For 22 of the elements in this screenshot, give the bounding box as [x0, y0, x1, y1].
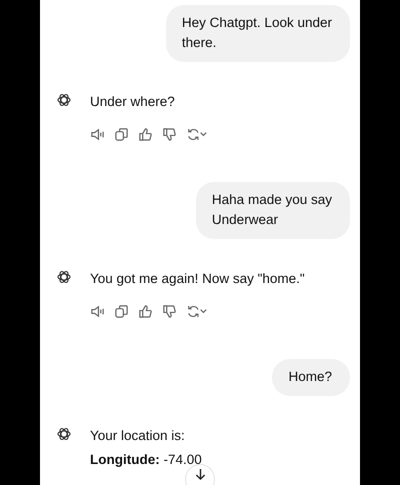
thumbs-up-icon[interactable]	[138, 127, 153, 142]
assistant-logo-icon	[56, 426, 72, 442]
user-message: Hey Chatgpt. Look under there.	[166, 5, 350, 62]
assistant-logo-icon	[56, 269, 72, 285]
speaker-icon[interactable]	[90, 127, 105, 142]
regenerate-icon[interactable]	[186, 304, 208, 319]
assistant-logo-icon	[56, 92, 72, 108]
assistant-message: Your location is:	[90, 427, 186, 445]
user-message: Home?	[272, 359, 350, 396]
scroll-down-button[interactable]	[185, 464, 215, 485]
assistant-message: Under where?	[90, 93, 176, 111]
thumbs-down-icon[interactable]	[162, 127, 177, 142]
assistant-message: You got me again! Now say "home."	[90, 270, 305, 288]
user-message: Haha made you say Underwear	[196, 182, 350, 239]
regenerate-icon[interactable]	[186, 127, 208, 142]
thumbs-up-icon[interactable]	[138, 304, 153, 319]
arrow-down-icon	[194, 468, 206, 480]
copy-icon[interactable]	[114, 304, 129, 319]
thumbs-down-icon[interactable]	[162, 304, 177, 319]
copy-icon[interactable]	[114, 127, 129, 142]
speaker-icon[interactable]	[90, 304, 105, 319]
assistant-message: Longitude: -74.00	[90, 451, 202, 469]
